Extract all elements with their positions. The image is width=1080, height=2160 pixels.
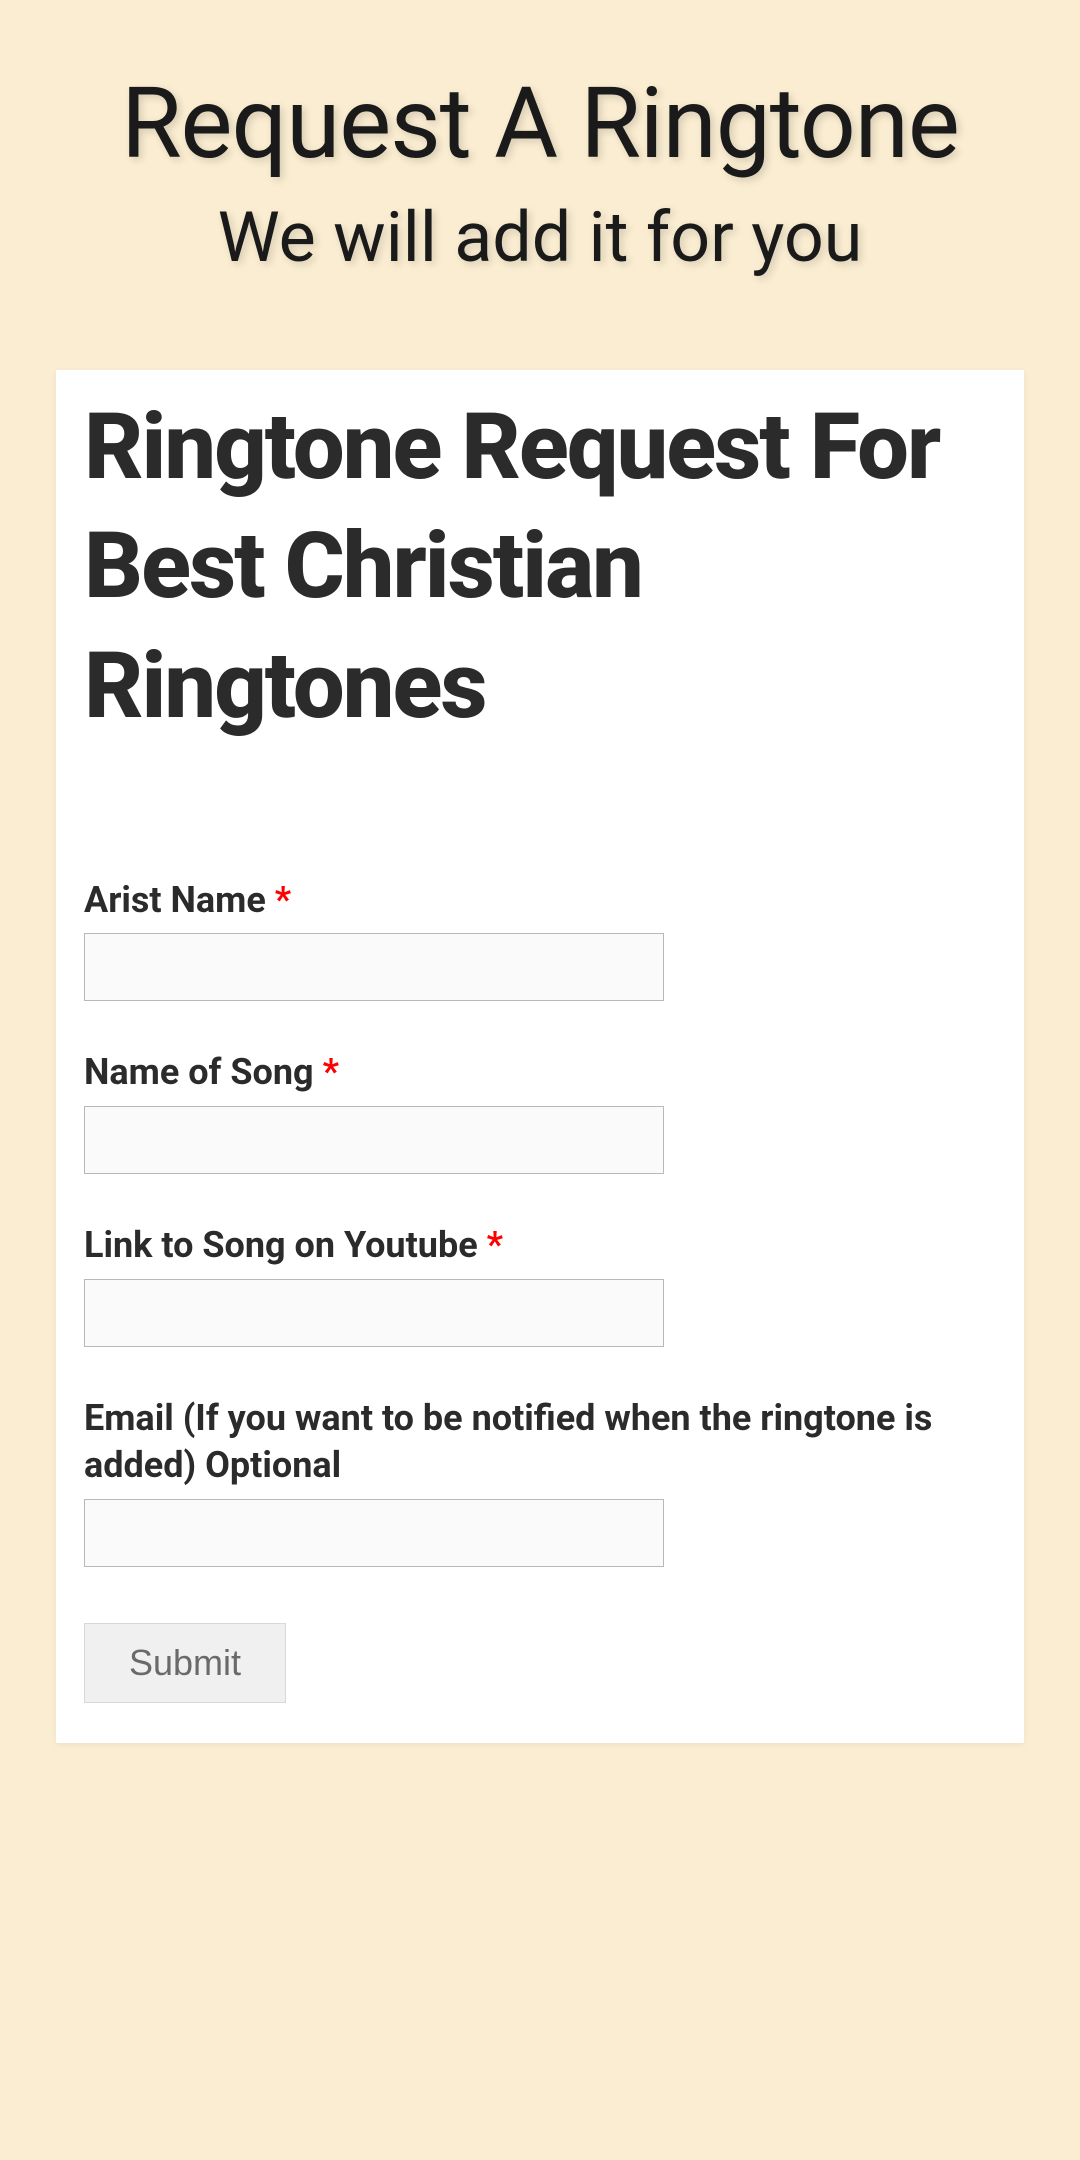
email-label: Email (If you want to be notified when t… <box>84 1395 996 1489</box>
artist-label-text: Arist Name <box>84 879 275 921</box>
field-youtube: Link to Song on Youtube * <box>84 1222 996 1347</box>
required-asterisk: * <box>487 1224 503 1266</box>
song-label: Name of Song * <box>84 1049 996 1096</box>
form-title: Ringtone Request For Best Christian Ring… <box>84 388 996 747</box>
song-label-text: Name of Song <box>84 1051 323 1093</box>
artist-input[interactable] <box>84 933 664 1001</box>
form-card: Ringtone Request For Best Christian Ring… <box>56 370 1024 1743</box>
page-title: Request A Ringtone <box>30 70 1050 178</box>
email-label-text: Email (If you want to be notified when t… <box>84 1397 932 1486</box>
field-artist: Arist Name * <box>84 877 996 1002</box>
youtube-label: Link to Song on Youtube * <box>84 1222 996 1269</box>
field-email: Email (If you want to be notified when t… <box>84 1395 996 1567</box>
required-asterisk: * <box>275 879 291 921</box>
artist-label: Arist Name * <box>84 877 996 924</box>
page-header: Request A Ringtone We will add it for yo… <box>0 0 1080 370</box>
required-asterisk: * <box>323 1051 339 1093</box>
song-input[interactable] <box>84 1106 664 1174</box>
field-song: Name of Song * <box>84 1049 996 1174</box>
page-subtitle: We will add it for you <box>30 196 1050 280</box>
email-input[interactable] <box>84 1499 664 1567</box>
submit-button[interactable]: Submit <box>84 1623 286 1703</box>
youtube-input[interactable] <box>84 1279 664 1347</box>
youtube-label-text: Link to Song on Youtube <box>84 1224 487 1266</box>
